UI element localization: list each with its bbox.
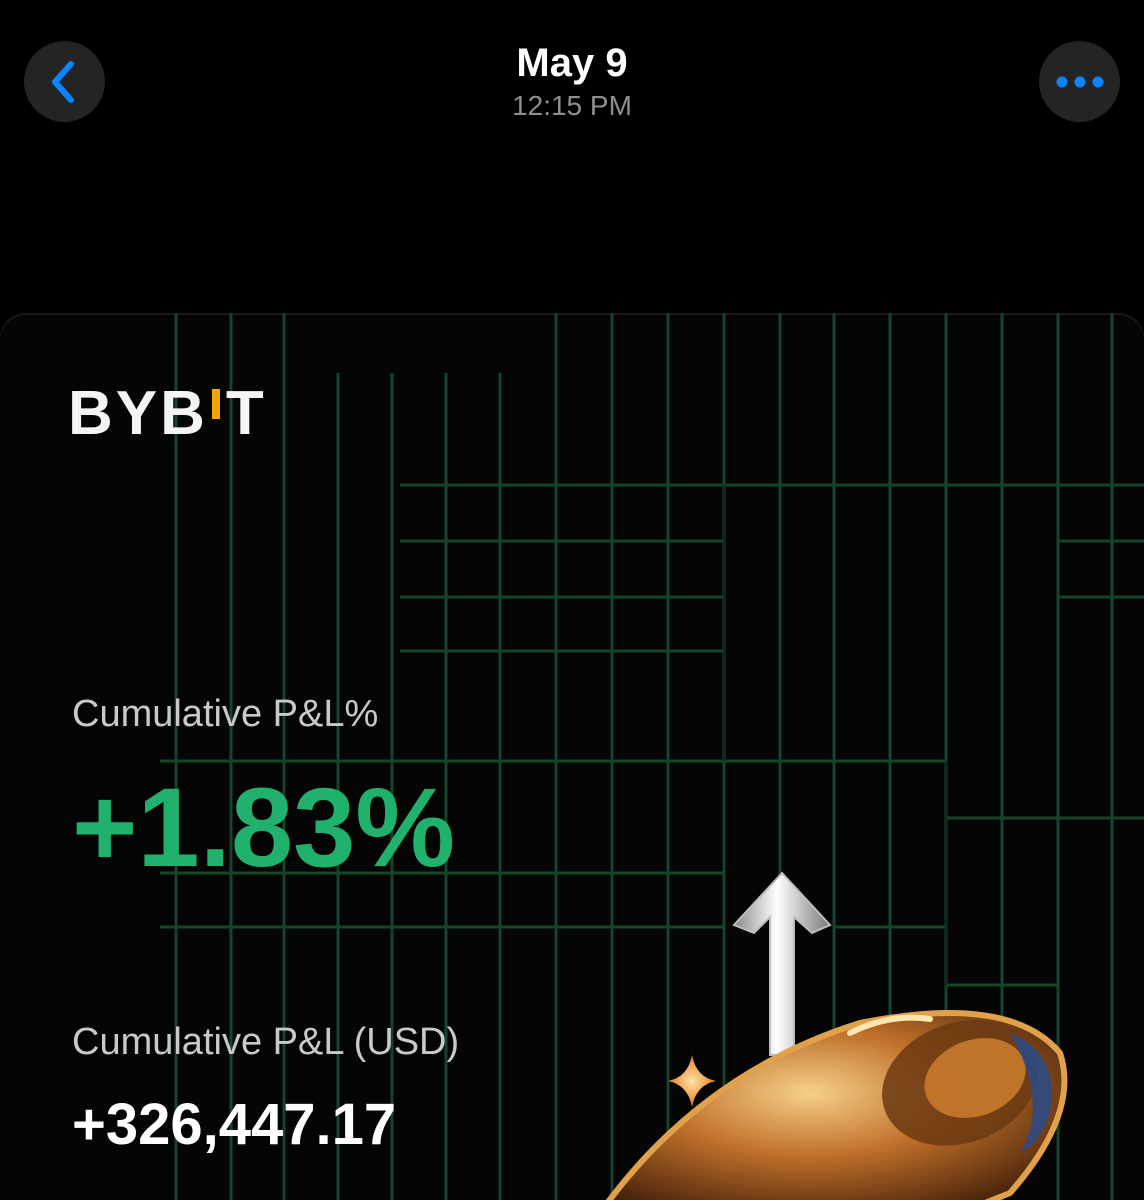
up-arrow-icon	[732, 871, 832, 1056]
top-navigation-bar: May 9 12:15 PM	[0, 0, 1144, 170]
rocket-icon	[605, 1010, 1068, 1200]
chevron-left-icon	[51, 60, 74, 103]
more-options-button[interactable]	[1039, 41, 1120, 122]
message-timestamp: May 9 12:15 PM	[372, 40, 772, 124]
rocket-illustration	[605, 871, 1068, 1200]
ellipsis-icon	[1056, 76, 1103, 87]
time-subtitle: 12:15 PM	[512, 90, 632, 121]
date-title: May 9	[516, 41, 628, 85]
back-button[interactable]	[24, 41, 105, 122]
pnl-share-card[interactable]: BYB T Cumulative P&L% +1.83% Cumulative P…	[0, 313, 1144, 1200]
